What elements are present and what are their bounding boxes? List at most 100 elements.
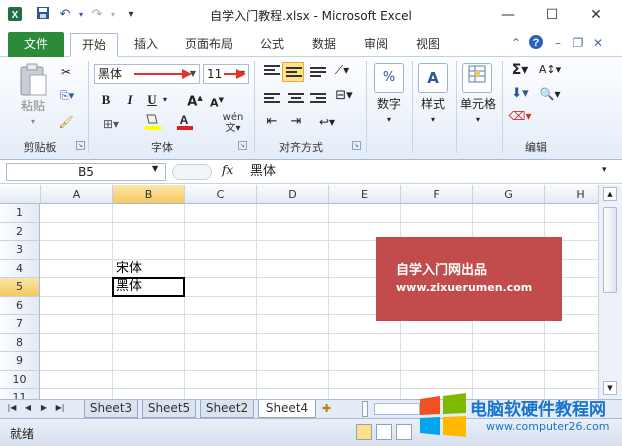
- number-dropdown-icon[interactable]: ▾: [370, 111, 408, 129]
- tab-data[interactable]: 数据: [304, 33, 344, 57]
- align-right-icon[interactable]: [310, 93, 326, 107]
- vertical-scrollbar[interactable]: ▲ ▼: [598, 185, 622, 399]
- close-button[interactable]: ✕: [574, 2, 618, 28]
- scroll-up-icon[interactable]: ▲: [603, 187, 617, 201]
- align-left-icon[interactable]: [264, 93, 280, 107]
- decrease-indent-icon[interactable]: ⇤: [262, 113, 282, 131]
- row-header-1[interactable]: 1: [0, 204, 40, 223]
- spreadsheet-grid[interactable]: ABCDEFGH 1 2 3 4 5 6 7 8 9 10 11 宋体 黑体 自学入门网出品 www…: [0, 185, 598, 399]
- row-header-11[interactable]: 11: [0, 389, 40, 399]
- workbook-restore-icon[interactable]: ❐: [570, 36, 586, 50]
- cut-icon[interactable]: ✂: [58, 63, 74, 81]
- clear-icon[interactable]: ⌫▾: [508, 107, 532, 125]
- column-header-d[interactable]: D: [257, 185, 329, 204]
- normal-view-icon[interactable]: [356, 424, 372, 440]
- column-header-b[interactable]: B: [113, 185, 185, 204]
- minimize-button[interactable]: —: [486, 2, 530, 28]
- column-header-c[interactable]: C: [185, 185, 257, 204]
- tab-page-layout[interactable]: 页面布局: [176, 33, 242, 57]
- sheet-tab-sheet4[interactable]: Sheet4: [258, 400, 316, 418]
- sort-filter-icon[interactable]: A↕▾: [536, 61, 564, 79]
- next-sheet-icon[interactable]: ▶: [38, 403, 50, 412]
- tab-home[interactable]: 开始: [70, 33, 118, 57]
- align-center-icon[interactable]: [288, 93, 304, 107]
- styles-icon[interactable]: A: [418, 63, 448, 93]
- merge-center-icon[interactable]: ⊟▾: [332, 87, 356, 105]
- scroll-thumb[interactable]: [603, 207, 617, 293]
- row-header-6[interactable]: 6: [0, 296, 40, 315]
- phonetic-guide-icon[interactable]: wén 文▾: [218, 112, 248, 134]
- wrap-text-icon[interactable]: ↩▾: [314, 113, 340, 131]
- decrease-font-icon[interactable]: A▼: [208, 91, 226, 113]
- workbook-close-icon[interactable]: ✕: [590, 36, 606, 50]
- workbook-minimize-icon[interactable]: –: [550, 36, 566, 50]
- increase-font-icon[interactable]: A▲: [186, 89, 204, 111]
- row-header-5[interactable]: 5: [0, 278, 40, 297]
- page-layout-view-icon[interactable]: [376, 424, 392, 440]
- chevron-down-icon[interactable]: ▼: [152, 164, 158, 173]
- sheet-tab-sheet3[interactable]: Sheet3: [84, 400, 138, 418]
- row-header-3[interactable]: 3: [0, 241, 40, 260]
- row-header-9[interactable]: 9: [0, 352, 40, 371]
- font-launcher-icon[interactable]: ↘: [238, 141, 247, 150]
- help-icon[interactable]: ?: [528, 34, 544, 53]
- row-header-8[interactable]: 8: [0, 333, 40, 352]
- italic-button[interactable]: I: [122, 91, 138, 109]
- row-header-7[interactable]: 7: [0, 315, 40, 334]
- number-format-icon[interactable]: %: [374, 63, 404, 93]
- sheet-tab-sheet5[interactable]: Sheet5: [142, 400, 196, 418]
- column-header-f[interactable]: F: [401, 185, 473, 204]
- cells-dropdown-icon[interactable]: ▾: [456, 111, 500, 129]
- bold-button[interactable]: B: [98, 91, 114, 109]
- underline-dropdown-icon[interactable]: ▾: [160, 91, 170, 109]
- insert-sheet-icon[interactable]: ✚: [322, 402, 331, 415]
- maximize-button[interactable]: ☐: [530, 2, 574, 28]
- tab-file[interactable]: 文件: [8, 32, 64, 57]
- column-header-h[interactable]: H: [545, 185, 598, 204]
- formula-input[interactable]: 黑体: [250, 162, 598, 182]
- increase-indent-icon[interactable]: ⇥: [286, 113, 306, 131]
- font-color-icon[interactable]: A: [174, 113, 198, 136]
- horizontal-scrollbar[interactable]: [374, 403, 420, 415]
- tab-review[interactable]: 审阅: [356, 33, 396, 57]
- page-break-view-icon[interactable]: [396, 424, 412, 440]
- name-box[interactable]: B5: [6, 163, 166, 181]
- cell-b4[interactable]: 宋体: [113, 260, 185, 278]
- prev-sheet-icon[interactable]: ◀: [22, 403, 34, 412]
- fill-icon[interactable]: ⬇▾: [508, 85, 532, 103]
- autosum-icon[interactable]: Σ▾: [508, 61, 532, 79]
- align-top-icon[interactable]: [264, 65, 280, 79]
- paste-icon[interactable]: [18, 63, 48, 97]
- fill-color-icon[interactable]: [142, 113, 166, 136]
- clipboard-launcher-icon[interactable]: ↘: [76, 141, 85, 150]
- first-sheet-icon[interactable]: |◀: [6, 403, 18, 412]
- align-middle-button[interactable]: [282, 62, 304, 82]
- row-header-10[interactable]: 10: [0, 370, 40, 389]
- align-bottom-icon[interactable]: [310, 67, 326, 81]
- tab-formulas[interactable]: 公式: [252, 33, 292, 57]
- copy-icon[interactable]: ⎘▾: [56, 87, 78, 105]
- last-sheet-icon[interactable]: ▶|: [54, 403, 66, 412]
- find-select-icon[interactable]: 🔍▾: [536, 85, 564, 103]
- row-header-2[interactable]: 2: [0, 222, 40, 241]
- insert-function-button[interactable]: fx: [222, 163, 240, 177]
- paste-dropdown-icon[interactable]: ▾: [14, 113, 52, 131]
- formula-bar-resizer[interactable]: [172, 164, 212, 180]
- borders-icon[interactable]: ⊞▾: [98, 115, 124, 133]
- tab-insert[interactable]: 插入: [126, 33, 166, 57]
- underline-button[interactable]: U: [144, 91, 160, 109]
- tab-view[interactable]: 视图: [408, 33, 448, 57]
- tab-split-handle[interactable]: [362, 401, 368, 417]
- sheet-tab-sheet2[interactable]: Sheet2: [200, 400, 254, 418]
- format-painter-icon[interactable]: 🖌: [58, 113, 74, 131]
- expand-formula-icon[interactable]: ▾: [602, 165, 607, 175]
- row-header-4[interactable]: 4: [0, 259, 40, 278]
- column-header-g[interactable]: G: [473, 185, 545, 204]
- cells-icon[interactable]: [462, 63, 492, 93]
- orientation-icon[interactable]: ⟋▾: [332, 61, 352, 79]
- column-header-e[interactable]: E: [329, 185, 401, 204]
- column-header-a[interactable]: A: [41, 185, 113, 204]
- styles-dropdown-icon[interactable]: ▾: [414, 111, 452, 129]
- alignment-launcher-icon[interactable]: ↘: [352, 141, 361, 150]
- select-all-corner[interactable]: [0, 185, 41, 204]
